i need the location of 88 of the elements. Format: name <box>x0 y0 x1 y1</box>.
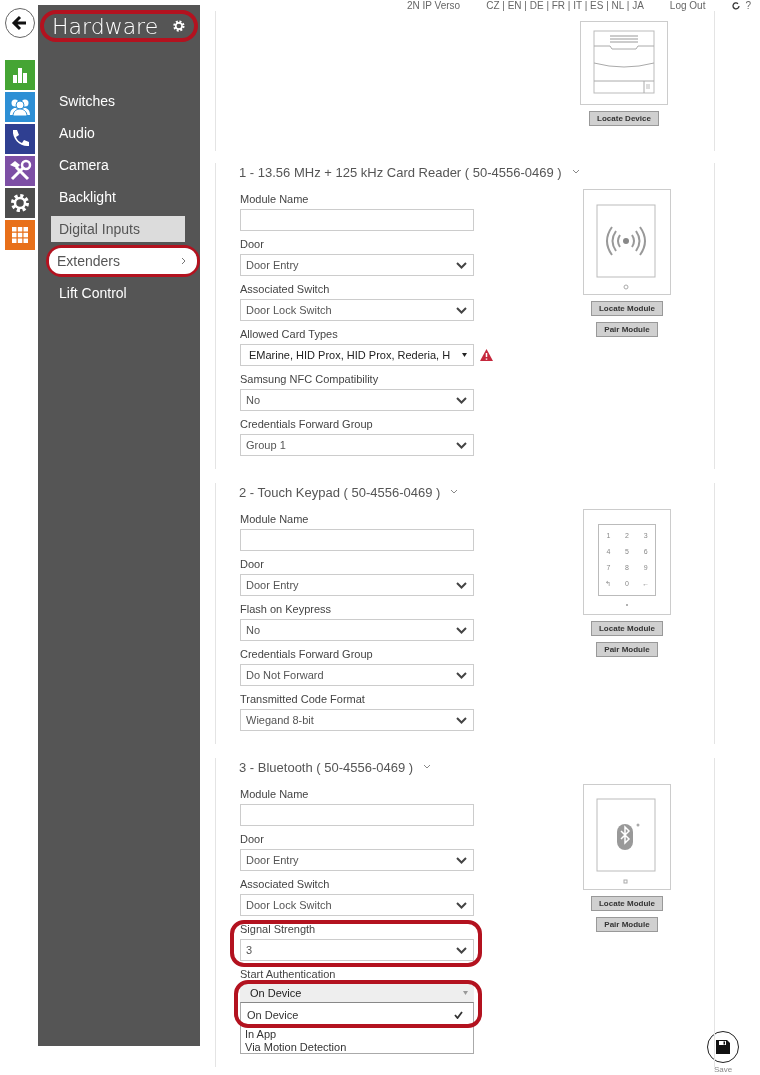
field-label: Samsung NFC Compatibility <box>240 372 380 387</box>
field-label: Module Name <box>240 192 310 207</box>
sidebar-item[interactable]: Switches <box>51 88 197 114</box>
dropdown[interactable]: Door Entry <box>240 574 474 596</box>
chevron-down-icon <box>456 946 467 954</box>
module-title: 2 - Touch Keypad ( 50-4556-0469 ) <box>239 484 441 500</box>
dropdown[interactable]: Door Entry <box>240 254 474 276</box>
users-icon <box>8 97 32 117</box>
system-app-button[interactable] <box>5 188 35 218</box>
sidebar-item[interactable]: Audio <box>51 120 197 146</box>
field-label: Associated Switch <box>240 877 331 892</box>
chevron-down-icon <box>456 396 467 404</box>
dropdown-option[interactable]: Via Motion Detection <box>241 1040 473 1053</box>
sidebar-item[interactable]: Extenders <box>49 248 197 274</box>
caret-icon <box>463 991 468 995</box>
chevron-down-icon <box>456 856 467 864</box>
locate-module-button[interactable]: Locate Module <box>591 896 663 911</box>
checkmark-icon <box>454 1011 463 1019</box>
open-dropdown[interactable]: On Device <box>240 984 474 1002</box>
field-label: Associated Switch <box>240 282 331 297</box>
field-label: Transmitted Code Format <box>240 692 366 707</box>
grid-icon <box>10 225 30 245</box>
chevron-down-icon[interactable] <box>450 489 459 495</box>
text-input[interactable] <box>240 804 474 826</box>
language-links[interactable]: CZ | EN | DE | FR | IT | ES | NL | JA <box>486 0 644 12</box>
field-label: Start Authentication <box>240 967 337 982</box>
tools-icon <box>8 159 32 183</box>
sidebar-item[interactable]: Digital Inputs <box>51 216 185 242</box>
sidebar-item[interactable]: Camera <box>51 152 197 178</box>
chevron-down-icon <box>456 716 467 724</box>
dropdown[interactable]: Group 1 <box>240 434 474 456</box>
text-input[interactable] <box>240 529 474 551</box>
chevron-down-icon <box>456 671 467 679</box>
sidebar-item[interactable]: Backlight <box>51 184 197 210</box>
field-label: Credentials Forward Group <box>240 417 374 432</box>
chevron-right-icon <box>181 257 187 265</box>
arrow-left-icon <box>11 14 29 32</box>
device-name: 2N IP Verso <box>407 0 461 12</box>
chevron-down-icon[interactable] <box>423 764 432 770</box>
dropdown[interactable]: Do Not Forward <box>240 664 474 686</box>
text-input[interactable] <box>240 209 474 231</box>
locate-device-button[interactable]: Locate Device <box>589 111 659 127</box>
tools-app-button[interactable] <box>5 156 35 186</box>
dropdown[interactable]: Door Lock Switch <box>240 299 474 321</box>
field-label: Flash on Keypress <box>240 602 333 617</box>
dropdown[interactable]: 3 <box>240 939 474 961</box>
chevron-down-icon <box>456 261 467 269</box>
locate-module-button[interactable]: Locate Module <box>591 301 663 316</box>
refresh-icon[interactable] <box>731 0 742 11</box>
multi-select[interactable]: EMarine, HID Prox, HID Prox, Rederia, H <box>240 344 474 366</box>
field-label: Module Name <box>240 787 310 802</box>
bar-chart-icon <box>10 65 30 85</box>
logout-link[interactable]: Log Out <box>669 0 706 12</box>
dropdown[interactable]: Door Lock Switch <box>240 894 474 916</box>
back-button[interactable] <box>5 8 35 38</box>
module-title: 1 - 13.56 MHz + 125 kHz Card Reader ( 50-4556-0469 ) <box>239 164 562 180</box>
dropdown[interactable]: Wiegand 8-bit <box>240 709 474 731</box>
pair-module-button[interactable]: Pair Module <box>596 642 658 657</box>
calls-app-button[interactable] <box>5 124 35 154</box>
pair-module-button[interactable]: Pair Module <box>596 322 658 337</box>
dropdown[interactable]: No <box>240 389 474 411</box>
field-label: Door <box>240 237 265 252</box>
chevron-down-icon <box>456 441 467 449</box>
save-label: Save <box>713 1065 733 1074</box>
caret-icon <box>462 353 467 357</box>
dropdown[interactable]: No <box>240 619 474 641</box>
field-label: Signal Strength <box>240 922 317 937</box>
chevron-down-icon <box>456 901 467 909</box>
status-app-button[interactable] <box>5 60 35 90</box>
field-label: Allowed Card Types <box>240 327 339 342</box>
module-title: 3 - Bluetooth ( 50-4556-0469 ) <box>239 759 414 775</box>
locate-module-button[interactable]: Locate Module <box>591 621 663 636</box>
dropdown-option[interactable]: In App <box>241 1027 473 1040</box>
field-label: Module Name <box>240 512 310 527</box>
field-label: Door <box>240 557 265 572</box>
sidebar-item[interactable]: Lift Control <box>51 280 197 306</box>
gear-icon <box>9 192 31 214</box>
chevron-down-icon[interactable] <box>571 169 580 175</box>
pair-module-button[interactable]: Pair Module <box>596 917 658 932</box>
chevron-down-icon <box>456 626 467 634</box>
field-label: Door <box>240 832 265 847</box>
field-label: Credentials Forward Group <box>240 647 374 662</box>
dropdown[interactable]: Door Entry <box>240 849 474 871</box>
section-title: Hardware <box>52 13 159 39</box>
save-button[interactable] <box>707 1031 739 1063</box>
chevron-down-icon <box>456 306 467 314</box>
chevron-down-icon <box>456 581 467 589</box>
help-link[interactable]: ? <box>745 0 751 12</box>
